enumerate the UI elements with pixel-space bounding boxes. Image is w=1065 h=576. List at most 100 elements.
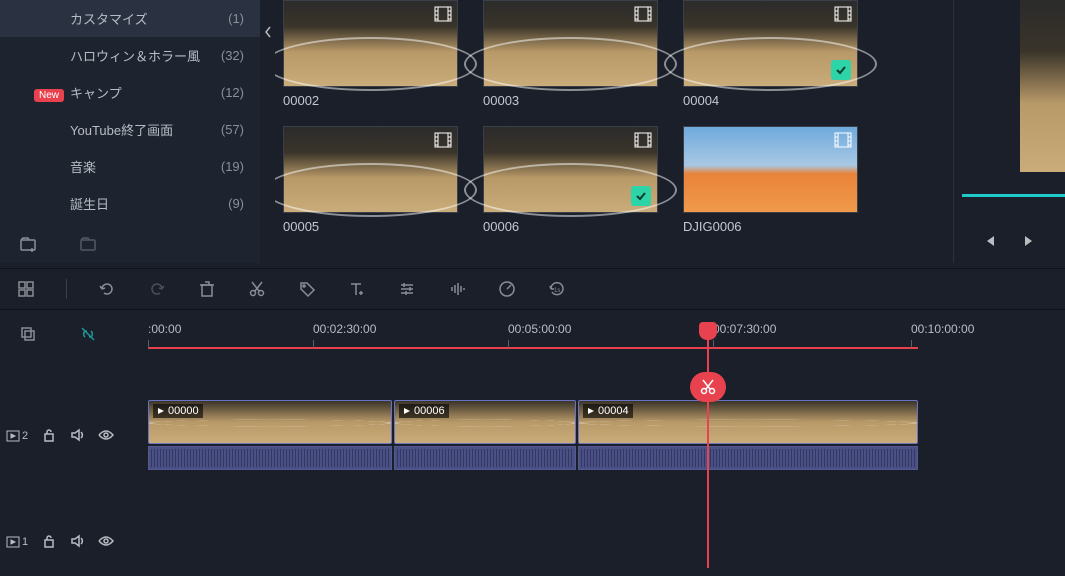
media-thumbnail[interactable] <box>483 0 658 87</box>
timeline-clip[interactable]: 00004 <box>578 400 918 444</box>
cut-button[interactable] <box>247 279 267 299</box>
media-label: 00004 <box>683 93 858 108</box>
audio-button[interactable] <box>447 279 467 299</box>
mute-icon[interactable] <box>70 534 84 551</box>
redo-button[interactable] <box>147 279 167 299</box>
media-label: 00006 <box>483 219 658 234</box>
lock-icon[interactable] <box>42 534 56 551</box>
preview-panel <box>953 0 1065 263</box>
sidebar-item-count: (1) <box>228 11 244 26</box>
sidebar-item-label: ハロウィン＆ホラー風 <box>70 46 200 65</box>
track-row: 1 <box>0 512 1065 572</box>
timeline-clip[interactable]: 00006 <box>394 400 576 444</box>
film-icon <box>434 132 452 148</box>
media-label: 00005 <box>283 219 458 234</box>
clip-label: 00004 <box>583 404 633 418</box>
ruler-tick: 00:05:00:00 <box>508 322 571 336</box>
media-item[interactable]: 00005 <box>283 126 458 234</box>
sidebar-item-count: (9) <box>228 196 244 211</box>
sidebar-item[interactable]: 音楽 (19) <box>0 148 260 185</box>
sidebar-item[interactable]: New キャンプ (12) <box>0 74 260 111</box>
media-thumbnail[interactable] <box>683 0 858 87</box>
timeline-ruler[interactable]: :00:00 00:02:30:00 00:05:00:00 00:07:30:00 0… <box>148 322 1065 352</box>
sidebar-item-count: (12) <box>221 85 244 100</box>
check-icon <box>631 186 651 206</box>
media-item[interactable]: 00003 <box>483 0 658 108</box>
undo-button[interactable] <box>97 279 117 299</box>
media-label: 00003 <box>483 93 658 108</box>
media-item[interactable]: DJIG0006 <box>683 126 858 234</box>
sidebar-item-label: YouTube終了画面 <box>70 120 173 139</box>
playhead-cut-button[interactable] <box>690 372 726 402</box>
ruler-tick: 00:10:00:00 <box>911 322 974 336</box>
delete-button[interactable] <box>197 279 217 299</box>
sidebar-footer <box>0 225 260 263</box>
copy-button[interactable] <box>18 324 38 344</box>
audio-waveform[interactable] <box>394 446 576 470</box>
film-icon <box>634 132 652 148</box>
sidebar: カスタマイズ (1) ハロウィン＆ホラー風 (32) New キャンプ (12) YouTub… <box>0 0 260 263</box>
audio-waveform[interactable] <box>578 446 918 470</box>
film-icon <box>834 6 852 22</box>
sidebar-item-label: キャンプ <box>70 86 122 101</box>
sidebar-item-label: 音楽 <box>70 157 96 176</box>
media-panel: 00002 00003 00004 00005 00006 DJIG0006 <box>275 0 945 263</box>
clip-label: 00000 <box>153 404 203 418</box>
playhead[interactable] <box>707 322 709 568</box>
preview-progress[interactable] <box>962 194 1065 197</box>
collapse-sidebar-button[interactable] <box>261 12 275 52</box>
timeline: :00:00 00:02:30:00 00:05:00:00 00:07:30:00 0… <box>0 310 1065 554</box>
mute-icon[interactable] <box>70 428 84 445</box>
media-thumbnail[interactable] <box>283 0 458 87</box>
ruler-tick: 00:02:30:00 <box>313 322 376 336</box>
media-thumbnail[interactable] <box>683 126 858 213</box>
track-controls: 1 <box>0 534 148 551</box>
new-folder-icon[interactable] <box>18 234 38 254</box>
media-label: 00002 <box>283 93 458 108</box>
sidebar-item-count: (32) <box>221 48 244 63</box>
film-icon <box>634 6 652 22</box>
visibility-icon[interactable] <box>98 534 114 551</box>
timeline-clip[interactable]: 00000 <box>148 400 392 444</box>
media-item[interactable]: 00006 <box>483 126 658 234</box>
sidebar-item[interactable]: ハロウィン＆ホラー風 (32) <box>0 37 260 74</box>
sidebar-item[interactable]: YouTube終了画面 (57) <box>0 111 260 148</box>
track-video-icon[interactable]: 1 <box>6 536 28 548</box>
layout-icon[interactable] <box>16 279 36 299</box>
media-thumbnail[interactable] <box>283 126 458 213</box>
text-button[interactable] <box>347 279 367 299</box>
media-item[interactable]: 00002 <box>283 0 458 108</box>
media-item[interactable]: 00004 <box>683 0 858 108</box>
unlink-button[interactable] <box>78 324 98 344</box>
audio-waveform[interactable] <box>148 446 392 470</box>
next-frame-button[interactable] <box>1020 231 1040 251</box>
ruler-tick: :00:00 <box>148 322 181 336</box>
lock-icon[interactable] <box>42 428 56 445</box>
track-video-icon[interactable]: 2 <box>6 430 28 442</box>
media-label: DJIG0006 <box>683 219 858 234</box>
film-icon <box>834 132 852 148</box>
folder-icon[interactable] <box>78 234 98 254</box>
media-thumbnail[interactable] <box>483 126 658 213</box>
prev-frame-button[interactable] <box>979 231 999 251</box>
sidebar-item[interactable]: 誕生日 (9) <box>0 185 260 222</box>
sidebar-item-count: (57) <box>221 122 244 137</box>
preview-thumbnail <box>1020 0 1065 172</box>
tag-button[interactable] <box>297 279 317 299</box>
sidebar-item-label: カスタマイズ <box>70 9 148 28</box>
sidebar-item-count: (19) <box>221 159 244 174</box>
refresh-button[interactable]: 1s <box>547 279 567 299</box>
sidebar-item[interactable]: カスタマイズ (1) <box>0 0 260 37</box>
ruler-tick: 00:07:30:00 <box>713 322 776 336</box>
sidebar-item-label: 誕生日 <box>70 194 109 213</box>
speed-button[interactable] <box>497 279 517 299</box>
clip-label: 00006 <box>399 404 449 418</box>
svg-text:1s: 1s <box>554 288 560 294</box>
visibility-icon[interactable] <box>98 428 114 445</box>
check-icon <box>831 60 851 80</box>
timeline-toolbar: 1s <box>0 268 1065 310</box>
film-icon <box>434 6 452 22</box>
adjust-button[interactable] <box>397 279 417 299</box>
new-badge: New <box>34 89 64 102</box>
track-row: 2 00000 00006 00004 <box>0 398 1065 474</box>
